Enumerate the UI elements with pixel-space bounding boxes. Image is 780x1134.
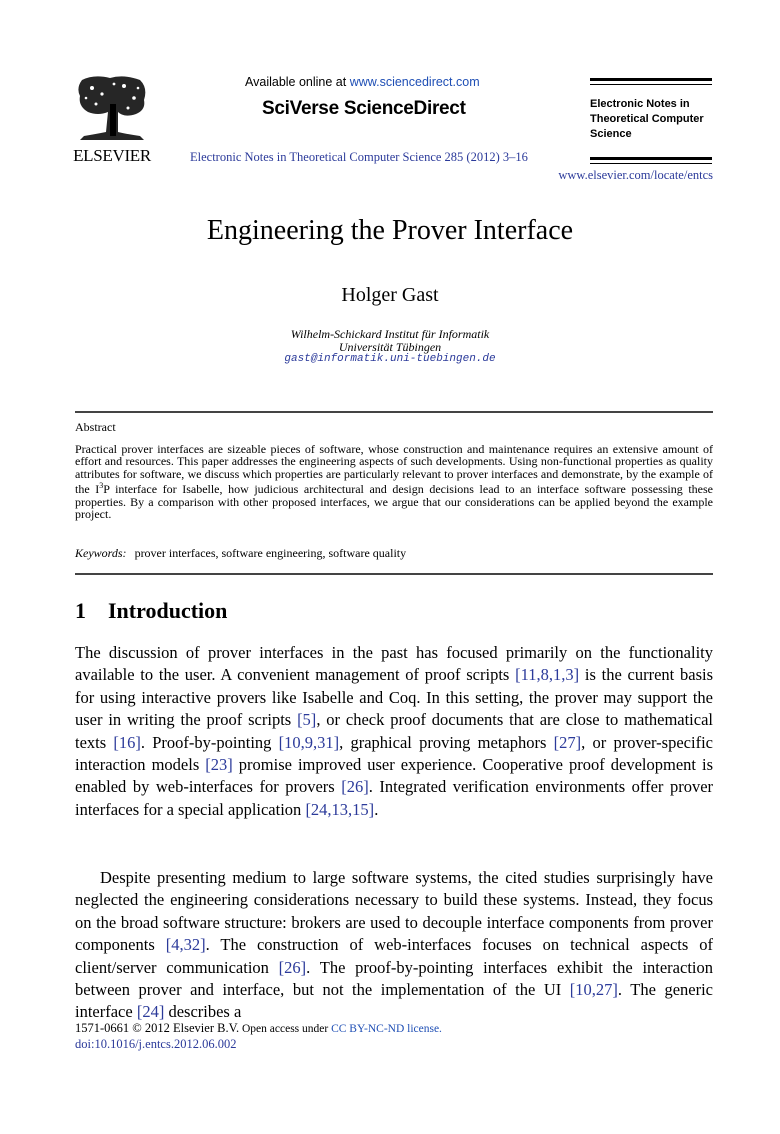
abstract-heading: Abstract — [75, 420, 116, 434]
citation-link[interactable]: [24,13,15] — [305, 800, 374, 819]
journal-title-line: Theoretical Computer — [590, 113, 704, 125]
keywords-list: prover interfaces, software engineering,… — [134, 546, 407, 560]
abstract-rule-bottom — [75, 573, 713, 575]
paper-title: Engineering the Prover Interface — [206, 215, 574, 246]
issn-copyright: 1571-0661 © 2012 Elsevier B.V. — [75, 1021, 240, 1035]
journal-title-line: Electronic Notes in — [590, 98, 690, 110]
paragraph-text: . Proof-by-pointing — [140, 732, 279, 752]
elsevier-logo: ELSEVIER — [70, 74, 154, 165]
citation-link[interactable]: [4,32] — [166, 935, 206, 954]
author-name: Holger Gast — [341, 284, 439, 306]
available-online-label: Available online at — [245, 75, 350, 89]
sciencedirect-link[interactable]: www.sciencedirect.com — [350, 75, 480, 89]
citation-link[interactable]: [11,8,1,3] — [515, 665, 579, 684]
journal-box-rule-top — [590, 78, 712, 81]
elsevier-wordmark: ELSEVIER — [73, 146, 151, 165]
citation-link[interactable]: [27] — [554, 733, 582, 752]
abstract-text: Practical prover interfaces are sizeable… — [75, 443, 713, 520]
citation-link[interactable]: [26] — [341, 777, 369, 796]
abstract-rule-top — [75, 411, 713, 413]
license-link[interactable]: CC BY-NC-ND license. — [331, 1023, 442, 1035]
section-heading: 1 Introduction — [75, 598, 227, 624]
sciverse-brand: SciVerse ScienceDirect — [262, 98, 466, 119]
journal-title-line: Science — [590, 128, 632, 140]
paragraph-text: . — [374, 799, 379, 819]
paragraph-text: describes a — [164, 1002, 242, 1022]
author-email-link[interactable]: gast@informatik.uni-tuebingen.de — [0, 353, 780, 365]
doi-link[interactable]: doi:10.1016/j.entcs.2012.06.002 — [75, 1037, 236, 1052]
section-title: Introduction — [108, 598, 228, 623]
citation-link[interactable]: [16] — [113, 733, 141, 752]
journal-box-rule-bottom — [590, 157, 712, 160]
citation-link[interactable]: [26] — [279, 958, 307, 977]
body-paragraph: The discussion of prover interfaces in t… — [75, 642, 713, 821]
keywords-label: Keywords: — [75, 546, 127, 560]
citation-link[interactable]: [5] — [297, 710, 316, 729]
email-text[interactable]: gast@informatik.uni-tuebingen.de — [284, 353, 495, 365]
citation-link[interactable]: [23] — [205, 755, 233, 774]
available-online-line: Available online at www.sciencedirect.co… — [245, 75, 480, 89]
body-paragraph: Despite presenting medium to large softw… — [75, 867, 713, 1024]
citation-link[interactable]: [10,27] — [570, 980, 618, 999]
journal-box-rule-top-thin — [590, 84, 712, 85]
abstract-text-part: P interface for Isabelle, how judicious … — [75, 482, 714, 522]
keywords-line: Keywords: prover interfaces, software eng… — [75, 546, 406, 561]
citation-link[interactable]: [24] — [137, 1002, 165, 1021]
copyright-line: 1571-0661 © 2012 Elsevier B.V. Open acce… — [75, 1021, 442, 1036]
journal-citation: Electronic Notes in Theoretical Computer… — [190, 150, 528, 164]
elsevier-tree-icon — [78, 76, 146, 140]
section-number: 1 — [75, 598, 86, 623]
paragraph-text: , graphical proving metaphors — [339, 732, 554, 752]
journal-url-link[interactable]: www.elsevier.com/locate/entcs — [520, 168, 713, 183]
journal-box-rule-bottom-thin — [590, 163, 712, 164]
journal-title-box: Electronic Notes in Theoretical Computer… — [590, 97, 720, 142]
open-access-label: Open access under — [239, 1023, 332, 1035]
citation-link[interactable]: [10,9,31] — [279, 733, 340, 752]
